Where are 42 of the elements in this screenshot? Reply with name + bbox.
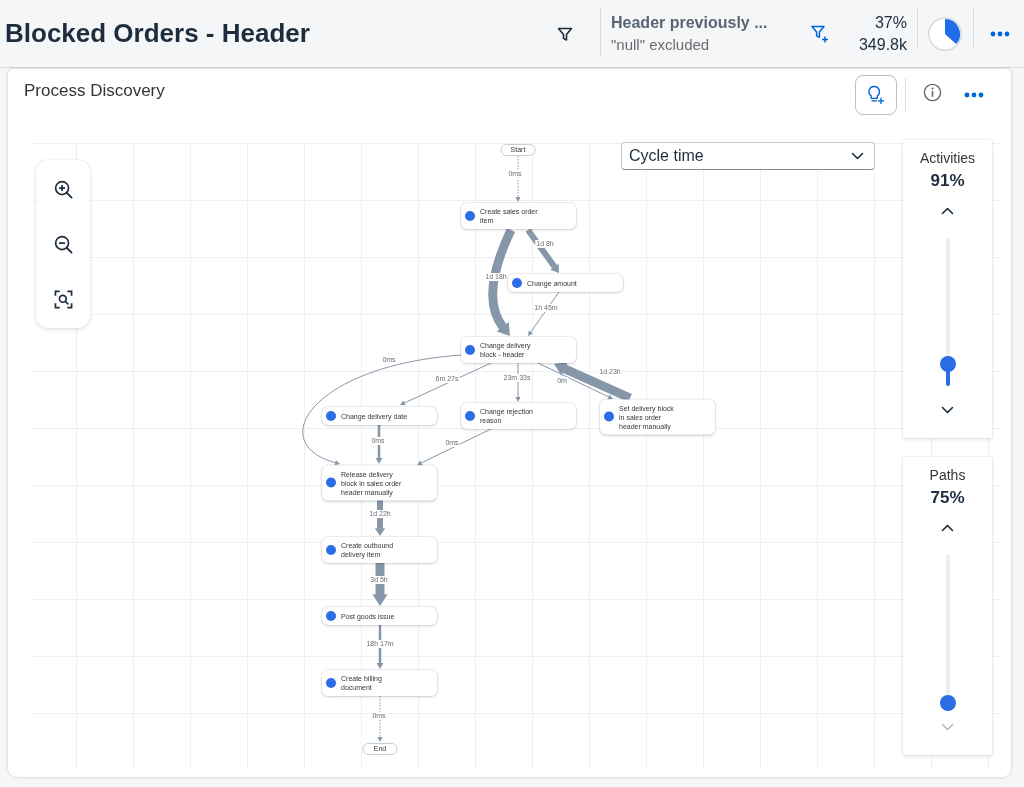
- flow-arrow: [515, 362, 521, 402]
- chevron-down-icon: [941, 406, 954, 414]
- flow-arrow: [372, 563, 388, 606]
- activity-dot-icon: [512, 278, 522, 288]
- activity-dot-icon: [604, 411, 614, 422]
- slider-thumb[interactable]: [939, 355, 956, 372]
- more-icon: [964, 92, 984, 98]
- activity-dot-icon: [326, 544, 336, 555]
- activity-dot-icon: [326, 678, 336, 688]
- filter-icon: [557, 25, 573, 42]
- slider-label: Activities: [919, 149, 976, 167]
- chevron-down-icon: [941, 723, 954, 731]
- activity-dot-icon: [326, 477, 336, 488]
- activity-dot-icon: [465, 211, 475, 221]
- filter-plus-icon: [811, 24, 829, 43]
- slider-value: 91%: [930, 171, 965, 191]
- page-title: Blocked Orders - Header: [5, 18, 310, 49]
- magnifier-frame-icon: [53, 289, 73, 309]
- share-value: 37%: [874, 13, 907, 32]
- chevron-down-icon: [851, 152, 864, 160]
- slider-label: Paths: [929, 466, 966, 484]
- card-title: Process Discovery: [24, 81, 165, 101]
- slider-value: 75%: [930, 488, 965, 508]
- activity-dot-icon: [326, 411, 336, 421]
- zoom-out-icon: [53, 234, 73, 254]
- add-insight-button[interactable]: [855, 75, 897, 115]
- count-value: 349.8k: [858, 35, 907, 54]
- more-icon: [990, 30, 1010, 37]
- activity-dot-icon: [465, 345, 475, 355]
- slider-thumb[interactable]: [939, 695, 956, 711]
- chevron-up-icon: [941, 524, 954, 532]
- flow-arrow: [525, 228, 559, 273]
- activity-dot-icon: [465, 411, 475, 421]
- zoom-in-icon: [53, 179, 73, 199]
- lightbulb-plus-icon: [867, 85, 885, 105]
- measure-dropdown[interactable]: Cycle time: [621, 142, 875, 170]
- activity-dot-icon: [326, 611, 336, 621]
- pie-chart-icon: [928, 16, 962, 51]
- info-icon: [922, 82, 942, 102]
- filter-title: Header previously ...: [611, 14, 768, 32]
- chevron-up-icon: [941, 207, 954, 215]
- filter-subtitle: "null" excluded: [611, 36, 710, 53]
